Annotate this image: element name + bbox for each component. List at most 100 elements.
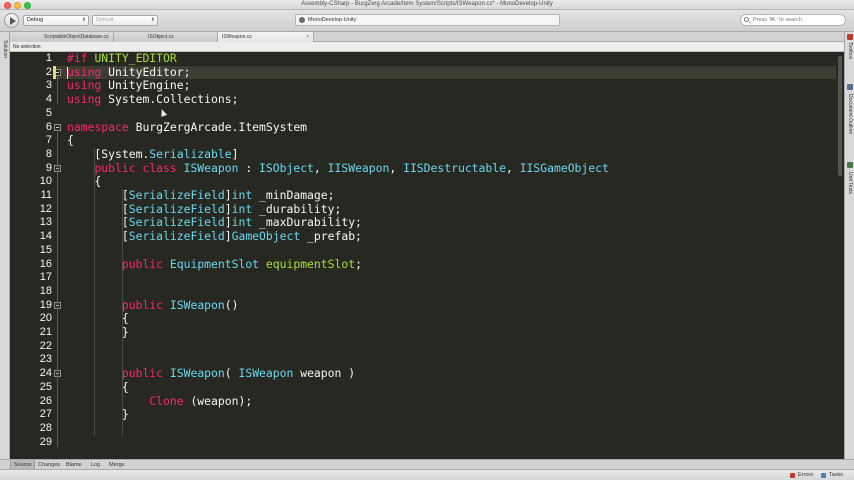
code-text: public ISWeapon() <box>67 298 239 313</box>
code-line[interactable]: 24 public ISWeapon( ISWeapon weapon ) <box>10 366 844 381</box>
line-number: 2 <box>45 65 52 78</box>
code-line[interactable]: 16 public EquipmentSlot equipmentSlot; <box>10 256 844 272</box>
code-token: int <box>231 215 253 230</box>
editor-scrollbar[interactable] <box>836 52 844 459</box>
code-editor[interactable]: 1 #if UNITY_EDITOR 2 using UnityEditor; 3 usi… <box>10 52 844 459</box>
tab-scriptableobjectdatabase[interactable]: ScriptableObjectDatabase.cs <box>10 32 114 42</box>
code-line[interactable]: 11 [SerializeField]int _minDamage; <box>10 188 844 203</box>
line-number: 24 <box>39 367 52 380</box>
close-tab-icon[interactable]: × <box>306 32 309 42</box>
tab-isobject[interactable]: ISObject.cs <box>114 32 218 42</box>
code-token: SerializeField <box>128 229 225 244</box>
code-text: public class ISWeapon : ISObject, IISWea… <box>67 160 609 176</box>
platform-value: Default <box>96 17 114 23</box>
code-token: : <box>238 160 260 175</box>
document-outline-pad-tab[interactable]: Document Outline <box>847 94 853 134</box>
search-placeholder: Press '⌘.' to search <box>753 17 802 23</box>
line-number: 5 <box>45 106 52 119</box>
toolbox-pad-tab[interactable]: Toolbox <box>847 42 853 59</box>
line-number: 7 <box>45 134 52 147</box>
run-button[interactable] <box>4 13 19 28</box>
platform-select[interactable]: Default ⬍ <box>92 15 158 26</box>
tab-isweapon[interactable]: ISWeapon.cs × <box>218 32 314 42</box>
code-line[interactable]: 2 using UnityEditor; <box>10 65 844 80</box>
code-token: , <box>505 160 520 175</box>
code-token: SerializeField <box>128 188 225 202</box>
title-bar: Assembly-CSharp - BurgZerg Arcade/Item S… <box>0 0 854 10</box>
code-line[interactable]: 13 [SerializeField]int _maxDurability; <box>10 216 844 230</box>
code-token: IISWeapon <box>327 160 390 175</box>
search-input[interactable]: Press '⌘.' to search <box>740 14 846 26</box>
left-dock: Solution <box>0 32 10 469</box>
code-text: { <box>67 133 74 148</box>
code-line[interactable]: 15 <box>10 244 844 258</box>
code-token: _minDamage; <box>252 188 335 202</box>
code-line[interactable]: 7{ <box>10 133 844 148</box>
modified-line-marker <box>53 65 56 80</box>
code-text: } <box>67 407 129 422</box>
fold-guide <box>57 131 58 447</box>
code-line[interactable]: 1 #if UNITY_EDITOR <box>10 52 844 66</box>
code-line[interactable]: 27 } <box>10 407 844 422</box>
code-line[interactable]: 26 Clone (weapon); <box>10 393 844 409</box>
code-line[interactable]: 25 { <box>10 379 844 395</box>
scrollbar-thumb[interactable] <box>838 56 842 176</box>
code-token: SerializeField <box>128 215 225 230</box>
errors-pad-button[interactable]: Errors <box>789 471 813 480</box>
code-token: ISWeapon <box>169 366 225 381</box>
code-token: Clone <box>149 393 184 408</box>
fold-guide <box>57 76 58 105</box>
line-number: 22 <box>39 339 52 352</box>
code-line[interactable]: 6 namespace BurgZergArcade.ItemSystem <box>10 120 844 135</box>
code-line[interactable]: 29 <box>10 436 844 450</box>
tasks-pad-button[interactable]: Tasks <box>820 471 843 480</box>
code-token: IISGameObject <box>519 160 609 175</box>
monodevelop-icon <box>299 17 305 23</box>
right-dock: Toolbox Document Outline Unit Tests <box>844 32 854 469</box>
solution-pad-tab[interactable]: Solution <box>2 40 8 58</box>
code-line[interactable]: 3 using UnityEngine; <box>10 79 844 93</box>
code-line[interactable]: 22 <box>10 340 844 354</box>
code-token: } <box>67 407 129 422</box>
tab-label: ScriptableObjectDatabase.cs <box>44 34 109 40</box>
file-tab-bar: ScriptableObjectDatabase.cs ISObject.cs … <box>10 32 844 42</box>
fold-toggle-icon[interactable] <box>54 123 61 131</box>
code-text: [SerializeField]int _minDamage; <box>67 188 335 203</box>
code-line[interactable]: 18 <box>10 285 844 299</box>
code-token: equipmentSlot <box>265 256 356 271</box>
code-line[interactable]: 23 <box>10 353 844 367</box>
code-line[interactable]: 8 [System.Serializable] <box>10 146 844 162</box>
status-display: MonoDevelop-Unity <box>295 14 560 26</box>
line-number: 10 <box>39 175 52 188</box>
code-token: , <box>389 160 404 175</box>
unit-tests-pad-tab[interactable]: Unit Tests <box>847 172 853 194</box>
code-token: ] <box>231 146 239 161</box>
code-line[interactable]: 20 { <box>10 311 844 326</box>
code-line[interactable]: 17 <box>10 271 844 285</box>
code-token: [ <box>67 215 129 230</box>
code-line[interactable]: 9 public class ISWeapon : ISObject, IISW… <box>10 160 844 176</box>
code-line[interactable]: 4 using System.Collections; <box>10 92 844 107</box>
code-token: ] <box>224 229 232 244</box>
code-line[interactable]: 19 public ISWeapon() <box>10 298 844 313</box>
line-number: 12 <box>39 202 52 215</box>
code-token: { <box>67 379 129 394</box>
code-line[interactable]: 28 <box>10 422 844 436</box>
code-token: public <box>121 256 164 271</box>
code-line[interactable]: 21 } <box>10 325 844 340</box>
code-line[interactable]: 5 <box>10 107 844 121</box>
configuration-select[interactable]: Debug ⬍ <box>23 15 89 26</box>
configuration-value: Debug <box>27 17 44 23</box>
dropdown-arrow-icon: ⬍ <box>150 17 155 23</box>
code-text: using UnityEngine; <box>67 79 190 93</box>
line-number: 13 <box>39 216 52 229</box>
breadcrumb[interactable]: No selection <box>10 42 844 52</box>
code-line[interactable]: 10 { <box>10 174 844 189</box>
code-line[interactable]: 12 [SerializeField]int _durability; <box>10 202 844 217</box>
code-line[interactable]: 14 [SerializeField]GameObject _prefab; <box>10 229 844 244</box>
window-title: Assembly-CSharp - BurgZerg Arcade/Item S… <box>301 1 553 7</box>
